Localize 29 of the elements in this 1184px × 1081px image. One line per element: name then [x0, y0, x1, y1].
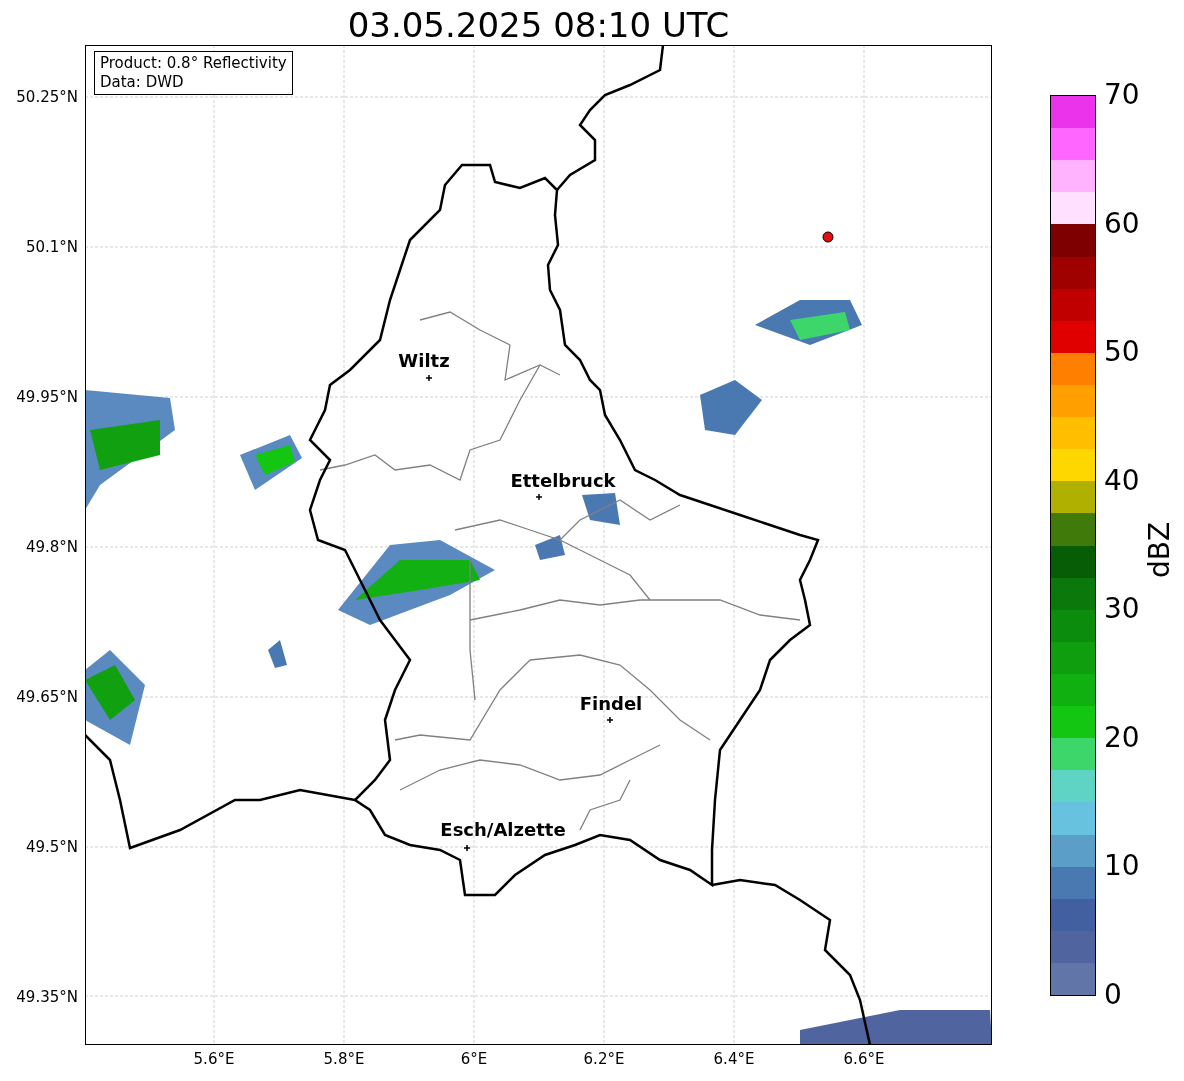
longitude-label: 6.6°E [843, 1050, 885, 1068]
chart-title: 03.05.2025 08:10 UTC [347, 4, 730, 46]
scale-tick-label: 70 [1104, 79, 1140, 111]
scale-tick-label: 10 [1104, 850, 1140, 883]
longitude-label: 6°E [460, 1050, 488, 1068]
scale-tick-label: 60 [1104, 207, 1140, 240]
latitude-label: 49.5°N [25, 838, 78, 856]
longitude-label: 5.6°E [193, 1050, 235, 1068]
scale-tick-label: 0 [1104, 979, 1122, 1011]
latitude-label: 49.95°N [16, 388, 78, 406]
city-label: Findel [579, 694, 643, 714]
latitude-label: 49.65°N [16, 688, 78, 706]
longitude-label: 6.4°E [713, 1050, 755, 1068]
longitude-label: 6.2°E [583, 1050, 625, 1068]
latitude-label: 50.1°N [25, 238, 78, 256]
scale-axis-label: dBZ [1144, 521, 1176, 579]
latitude-label: 49.8°N [25, 538, 78, 556]
city-label: Ettelbruck [510, 471, 616, 491]
city-label: Wiltz [398, 351, 450, 371]
scale-tick-label: 50 [1104, 336, 1140, 369]
longitude-label: 5.8°E [323, 1050, 365, 1068]
city-label: Esch/Alzette [440, 820, 566, 840]
latitude-label: 49.35°N [16, 988, 78, 1006]
scale-tick-label: 20 [1104, 721, 1140, 754]
info-text: Product: 0.8° Reflectivity [100, 54, 287, 73]
scale-tick-label: 30 [1104, 593, 1140, 626]
info-text: Data: DWD [100, 73, 185, 92]
scale-tick-label: 40 [1104, 464, 1140, 497]
latitude-label: 50.25°N [16, 88, 78, 106]
